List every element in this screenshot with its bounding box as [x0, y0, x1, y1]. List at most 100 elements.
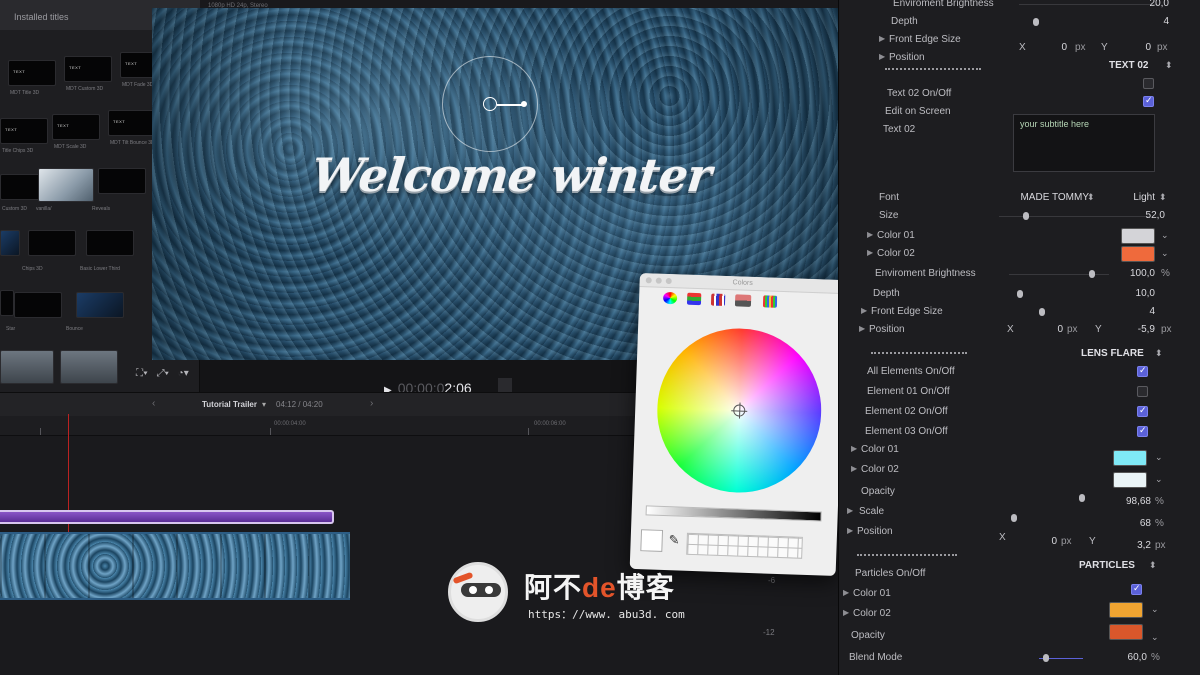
font-family-select[interactable]: MADE TOMMY [1009, 192, 1089, 203]
pencils-tab-icon[interactable] [762, 295, 778, 308]
title-tile[interactable] [60, 350, 118, 384]
chevron-down-icon[interactable]: ▾ [262, 400, 266, 409]
env-brightness-knob[interactable] [1089, 270, 1095, 278]
back-icon[interactable]: ‹ [152, 398, 155, 409]
title-tile[interactable]: TEXT [64, 56, 112, 82]
colors-window[interactable]: Colors ✎ [629, 273, 846, 577]
title-tile[interactable] [14, 292, 62, 318]
title-tile[interactable] [0, 290, 14, 316]
tile-text: TEXT [69, 65, 82, 70]
forward-icon[interactable]: › [370, 398, 373, 409]
brightness-slider[interactable] [645, 505, 822, 522]
depth-value[interactable]: 10,0 [1119, 288, 1155, 299]
size-value[interactable]: 52,0 [1123, 210, 1165, 221]
disclosure-arrow-icon[interactable]: ▶ [847, 506, 853, 515]
tile-label: MDT Tilt Bounce 3D [110, 140, 155, 146]
title-tile[interactable] [76, 292, 124, 318]
color-wheel-tab-icon[interactable] [662, 291, 678, 305]
watermark-title-b: de [582, 572, 617, 603]
meter-label: -12 [763, 628, 775, 637]
lens-scale-knob[interactable] [1011, 514, 1017, 522]
title-tile[interactable] [28, 230, 76, 256]
position-label: Position [869, 324, 905, 335]
color01-swatch[interactable] [1121, 228, 1155, 244]
disclosure-arrow-icon[interactable]: ▶ [867, 248, 873, 257]
chevron-updown-icon[interactable]: ⬍ [1159, 192, 1167, 203]
color01-label: Color 01 [877, 230, 915, 241]
image-palettes-tab-icon[interactable] [734, 294, 752, 307]
position-y-value[interactable]: -5,9 [1129, 324, 1155, 335]
project-name[interactable]: Tutorial Trailer [202, 400, 257, 409]
disclosure-arrow-icon[interactable]: ▶ [843, 608, 849, 617]
size-slider-knob[interactable] [1023, 212, 1029, 220]
title-tile[interactable] [98, 168, 146, 194]
disclosure-arrow-icon[interactable]: ▶ [859, 324, 865, 333]
env-brightness-value[interactable]: 100,0 [1119, 268, 1155, 279]
video-clip[interactable] [0, 532, 350, 600]
blend-value[interactable]: 60,0 [1115, 652, 1147, 663]
disclosure-arrow-icon[interactable]: ▶ [843, 588, 849, 597]
disclosure-arrow-icon[interactable]: ▶ [851, 444, 857, 453]
title-tile[interactable] [0, 230, 20, 256]
lens-all-checkbox[interactable] [1137, 365, 1148, 377]
current-color-swatch[interactable] [640, 529, 664, 552]
depth-slider-knob[interactable] [1033, 18, 1039, 26]
chevron-down-icon[interactable]: ⌄ [1161, 230, 1169, 241]
env-brightness-slider[interactable] [1019, 4, 1159, 5]
chevron-down-icon[interactable]: ⌄ [1161, 248, 1169, 259]
lens-position-x-value[interactable]: 0 [1045, 536, 1057, 547]
x-label: X [999, 532, 1006, 543]
chevron-updown-icon[interactable]: ⬍ [1155, 348, 1163, 359]
title-tile[interactable] [86, 230, 134, 256]
front-edge-size-knob[interactable] [1039, 308, 1045, 316]
title-tile[interactable]: TEXT [0, 118, 48, 144]
inspector-row: ▶ Color 02 ⌄ [839, 462, 1200, 488]
disclosure-arrow-icon[interactable]: ▶ [867, 230, 873, 239]
disclosure-arrow-icon[interactable]: ▶ [851, 464, 857, 473]
eyedropper-icon[interactable]: ✎ [668, 532, 679, 548]
env-brightness-value[interactable]: 20,0 [1139, 0, 1169, 9]
saved-swatches-grid[interactable] [686, 532, 803, 559]
lens-e3-checkbox[interactable] [1137, 425, 1148, 437]
title-tile[interactable] [0, 350, 54, 384]
depth-value[interactable]: 4 [1139, 16, 1169, 27]
front-edge-size-value[interactable]: 4 [1139, 306, 1155, 317]
position-x-value[interactable]: 0 [1043, 324, 1063, 335]
timeline-ruler[interactable]: 00:00:04:00 00:00:06:00 [0, 416, 660, 436]
watermark-url: https：//www. abu3d. com [528, 608, 685, 621]
separator [885, 68, 981, 70]
sliders-tab-icon[interactable] [686, 292, 702, 306]
disclosure-arrow-icon[interactable]: ▶ [861, 306, 867, 315]
onscreen-position-control[interactable] [442, 56, 538, 152]
blend-knob[interactable] [1043, 654, 1049, 662]
viewer-title-text[interactable]: Welcome winter [309, 148, 713, 202]
onscreen-rotation-knob[interactable] [521, 101, 527, 107]
title-clip[interactable] [0, 510, 334, 524]
title-tile[interactable]: TEXT [8, 60, 56, 86]
x-label: X [1007, 324, 1014, 335]
color-wheel-cursor[interactable] [733, 404, 746, 417]
lens-opacity-knob[interactable] [1079, 494, 1085, 502]
lens-opacity-label: Opacity [861, 486, 895, 497]
crop-icon[interactable]: ⛶▾ [136, 368, 148, 379]
transform-icon[interactable]: ⤢▾ [157, 368, 169, 379]
text02-textarea[interactable]: your subtitle here [1013, 114, 1155, 172]
ruler-tick [270, 428, 271, 435]
onscreen-center-handle[interactable] [483, 97, 497, 111]
inspector-row: ▶ Position X 0 px Y 3,2 px [839, 524, 1200, 551]
disclosure-arrow-icon[interactable]: ▶ [847, 526, 853, 535]
color02-swatch[interactable] [1121, 246, 1155, 262]
chevron-updown-icon[interactable]: ⬍ [1165, 60, 1173, 71]
palettes-tab-icon[interactable] [710, 293, 726, 306]
lens-e2-checkbox[interactable] [1137, 405, 1148, 417]
color-wheel[interactable] [654, 325, 825, 496]
font-weight-select[interactable]: Light [1119, 192, 1155, 203]
depth-slider-knob[interactable] [1017, 290, 1023, 298]
title-tile[interactable]: TEXT [108, 110, 156, 136]
speed-icon[interactable]: ◔▾ [178, 368, 189, 379]
lens-e1-checkbox[interactable] [1137, 386, 1148, 397]
title-tile[interactable]: TEXT [52, 114, 100, 140]
title-tile-selected[interactable] [38, 168, 94, 202]
chevron-updown-icon[interactable]: ⬍ [1087, 192, 1095, 203]
tile-text: TEXT [113, 119, 126, 124]
